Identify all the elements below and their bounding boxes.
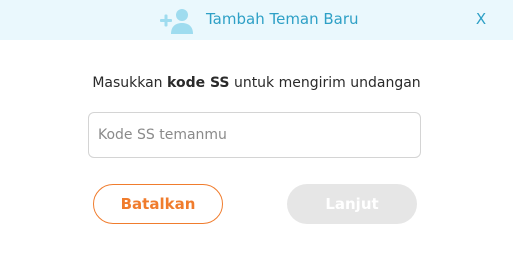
dialog-header: Tambah Teman Baru X (0, 0, 513, 40)
add-friend-dialog: Tambah Teman Baru X Masukkan kode SS unt… (0, 0, 513, 253)
add-friend-icon (160, 9, 193, 34)
next-button[interactable]: Lanjut (287, 184, 417, 224)
ss-code-input[interactable] (88, 112, 421, 158)
instruction-text: Masukkan kode SS untuk mengirim undangan (0, 75, 513, 91)
instruction-suffix: untuk mengirim undangan (229, 75, 421, 91)
instruction-prefix: Masukkan (92, 75, 168, 91)
close-button[interactable]: X (472, 10, 490, 30)
instruction-code-label: kode SS (167, 75, 230, 91)
cancel-button[interactable]: Batalkan (93, 184, 223, 224)
dialog-title: Tambah Teman Baru (206, 10, 359, 28)
